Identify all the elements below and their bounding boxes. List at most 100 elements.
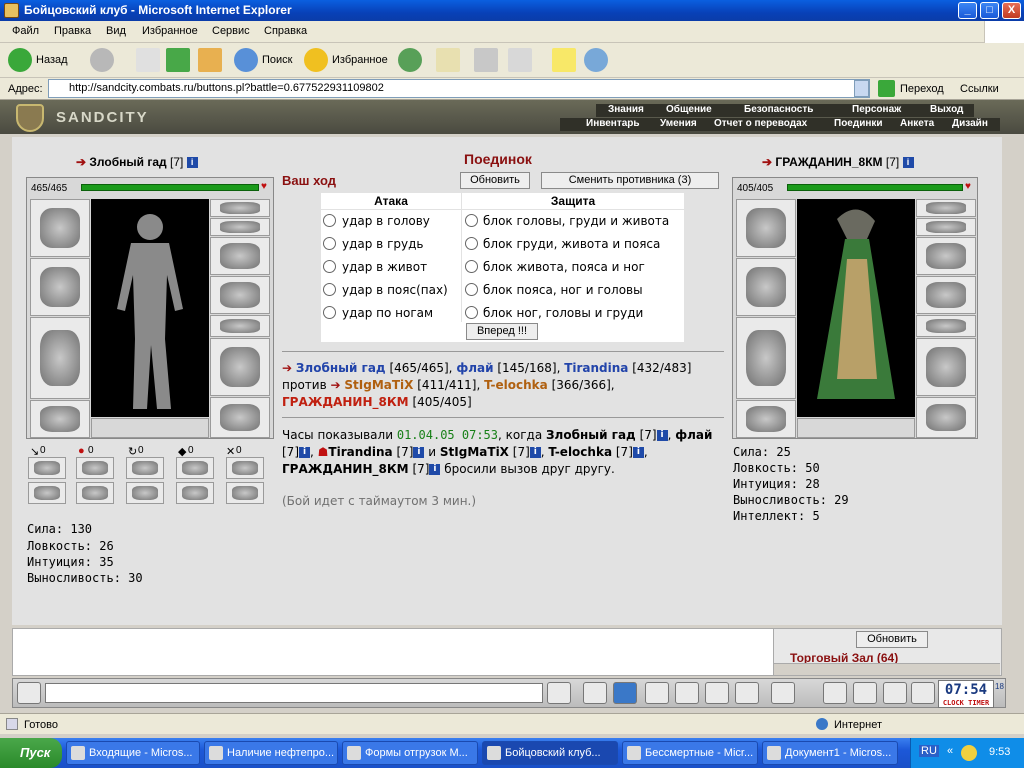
tray-app-icon[interactable] (961, 745, 977, 761)
scroll-slot-2[interactable] (76, 457, 114, 479)
nav-social[interactable]: Общение (666, 104, 712, 115)
scroll-slot-5[interactable] (226, 457, 264, 479)
defense-radio[interactable] (465, 237, 478, 250)
exit-icon[interactable] (911, 682, 935, 704)
scroll-slot-4[interactable] (176, 457, 214, 479)
settings-icon[interactable] (883, 682, 907, 704)
defense-row[interactable]: блок живота, пояса и ног (462, 256, 684, 279)
address-input[interactable]: http://sandcity.combats.ru/buttons.pl?ba… (48, 79, 870, 98)
minimize-button[interactable]: _ (958, 2, 977, 19)
scroll-slot-9[interactable] (176, 482, 214, 504)
slot-helmet[interactable] (736, 199, 796, 257)
stop-icon[interactable] (136, 48, 160, 72)
info-icon[interactable]: i (529, 447, 541, 458)
task-forms[interactable]: Формы отгрузок М... (342, 741, 478, 765)
tray-arrow-icon[interactable]: « (947, 745, 953, 757)
menu-edit[interactable]: Правка (54, 25, 91, 37)
eraser-icon[interactable] (583, 682, 607, 704)
scroll-slot-7[interactable] (76, 482, 114, 504)
save-icon[interactable] (645, 682, 669, 704)
close-button[interactable]: X (1002, 2, 1021, 19)
attack-row[interactable]: удар в голову (321, 210, 461, 233)
forward-button[interactable]: Вперед !!! (466, 323, 538, 340)
nav-knowledge[interactable]: Знания (608, 104, 644, 115)
chat-input[interactable] (45, 683, 543, 703)
slot-boots[interactable] (916, 397, 976, 438)
log-player[interactable]: Tirandina (328, 445, 392, 459)
home-icon[interactable] (198, 48, 222, 72)
info-icon[interactable]: i (429, 464, 441, 475)
language-indicator[interactable]: RU (919, 745, 939, 757)
slot-gloves[interactable] (916, 276, 976, 314)
clock-label[interactable]: CLOCK (943, 699, 964, 707)
nav-profile[interactable]: Анкета (900, 118, 934, 129)
slot-bracers[interactable] (916, 237, 976, 275)
attack-radio[interactable] (323, 237, 336, 250)
search-label[interactable]: Поиск (262, 54, 292, 66)
info-icon[interactable]: i (656, 430, 668, 441)
pl-icon[interactable] (705, 682, 729, 704)
attack-radio[interactable] (323, 214, 336, 227)
chat-refresh-button[interactable]: Обновить (856, 631, 928, 648)
slot-gloves[interactable] (210, 276, 270, 314)
links-button[interactable]: Ссылки (960, 83, 999, 95)
slot-offhand[interactable] (916, 338, 976, 396)
scroll-slot-6[interactable] (28, 482, 66, 504)
team2-player[interactable]: T-elochka (484, 378, 548, 392)
scroll-slot-8[interactable] (126, 482, 164, 504)
chat-area[interactable]: Обновить Торговый Зал (64) (12, 628, 1002, 676)
note-icon[interactable] (552, 48, 576, 72)
attack-radio[interactable] (323, 306, 336, 319)
nav-security[interactable]: Безопасность (744, 104, 813, 115)
timer-label[interactable]: TIMER (968, 699, 989, 707)
start-button[interactable]: Пуск (0, 738, 62, 768)
info-icon[interactable]: i (299, 447, 310, 458)
slot-necklace[interactable] (210, 218, 270, 236)
log-player[interactable]: Злобный гад (546, 428, 636, 442)
scroll-slot-10[interactable] (226, 482, 264, 504)
defense-row[interactable]: блок головы, груди и живота (462, 210, 684, 233)
right-player-name-link[interactable]: ГРАЖДАНИН_8КМ (775, 155, 882, 169)
back-icon[interactable] (8, 48, 32, 72)
task-availability[interactable]: Наличие нефтепро... (204, 741, 338, 765)
slot-earrings[interactable] (916, 199, 976, 217)
defense-row[interactable]: блок груди, живота и пояса (462, 233, 684, 256)
info-icon[interactable]: i (632, 447, 644, 458)
task-inbox[interactable]: Входящие - Micros... (66, 741, 200, 765)
task-document[interactable]: Документ1 - Micros... (762, 741, 898, 765)
scissors-icon[interactable] (853, 682, 877, 704)
attack-row[interactable]: удар в пояс(пах) (321, 279, 461, 302)
slot-rings[interactable] (210, 315, 270, 337)
mail-icon[interactable] (436, 48, 460, 72)
slot-bracers[interactable] (210, 237, 270, 275)
slot-weapon[interactable] (30, 258, 90, 316)
defense-row[interactable]: блок пояса, ног и головы (462, 279, 684, 302)
attack-row[interactable]: удар в грудь (321, 233, 461, 256)
nav-transfers[interactable]: Отчет о переводах (714, 118, 807, 129)
forward-icon[interactable] (90, 48, 114, 72)
menu-file[interactable]: Файл (12, 25, 39, 37)
person-icon[interactable] (675, 682, 699, 704)
messenger-icon[interactable] (584, 48, 608, 72)
favorites-star-icon[interactable] (304, 48, 328, 72)
menu-view[interactable]: Вид (106, 25, 126, 37)
maximize-button[interactable]: □ (980, 2, 999, 19)
smiley-icon[interactable] (771, 682, 795, 704)
team1-player[interactable]: флай (456, 361, 493, 375)
edit-icon[interactable] (508, 48, 532, 72)
refresh-icon[interactable] (166, 48, 190, 72)
refresh-button[interactable]: Обновить (460, 172, 530, 189)
defense-radio[interactable] (465, 283, 478, 296)
slot-earrings[interactable] (210, 199, 270, 217)
slot-necklace[interactable] (916, 218, 976, 236)
info-icon[interactable]: i (413, 447, 425, 458)
favorites-label[interactable]: Избранное (332, 54, 388, 66)
go-icon[interactable] (878, 80, 895, 97)
team2-player[interactable]: ГРАЖДАНИН_8КМ (282, 395, 409, 409)
info-icon[interactable]: i (186, 157, 198, 169)
team1-player[interactable]: Злобный гад (296, 361, 386, 375)
left-player-name-link[interactable]: Злобный гад (89, 155, 166, 169)
nav-exit[interactable]: Выход (930, 104, 963, 115)
info-tool-icon[interactable] (823, 682, 847, 704)
slot-armor[interactable] (736, 317, 796, 399)
